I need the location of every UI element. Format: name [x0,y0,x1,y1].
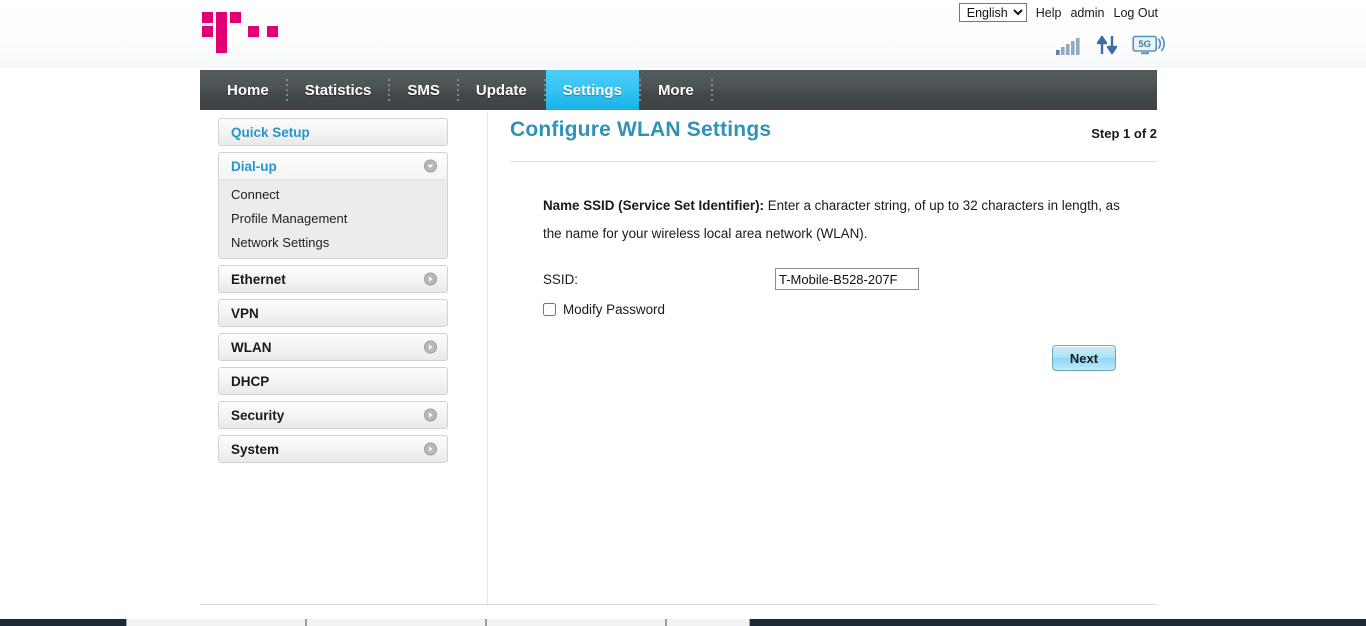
sidebar-item-label: WLAN [231,339,272,355]
5g-network-icon: 5G [1132,34,1166,56]
settings-sidebar: Quick Setup Dial-up Connect Profile Managem… [218,118,448,469]
sidebar-block-dhcp: DHCP [218,367,448,395]
sidebar-block-system: System [218,435,448,463]
sidebar-item-ethernet[interactable]: Ethernet [218,265,448,293]
sidebar-block-ethernet: Ethernet [218,265,448,293]
main-navigation: Home Statistics SMS Update Settings More [200,70,1157,110]
taskbar-window-button[interactable] [306,619,486,626]
help-link[interactable]: Help [1036,6,1062,20]
footer-divider [200,604,1157,605]
nav-separator [456,79,459,101]
next-button[interactable]: Next [1052,345,1116,371]
modify-password-row: Modify Password [543,302,1157,317]
t-mobile-logo [200,10,310,56]
chevron-down-icon[interactable] [424,159,437,173]
taskbar-window-button[interactable] [126,619,306,626]
page-header: English Help admin Log Out 5G [0,0,1366,68]
ssid-description: Name SSID (Service Set Identifier): Ente… [543,192,1123,248]
sidebar-subitem-profile-management[interactable]: Profile Management [219,206,447,230]
chevron-right-icon[interactable] [424,442,437,456]
nav-item-statistics[interactable]: Statistics [288,70,389,110]
chevron-right-icon[interactable] [424,340,437,354]
chevron-right-icon[interactable] [424,272,437,286]
nav-item-settings[interactable]: Settings [545,70,639,110]
sidebar-block-quick-setup: Quick Setup [218,118,448,146]
panel-actions: Next [510,345,1116,371]
taskbar-window-button[interactable] [486,619,666,626]
sidebar-item-label: VPN [231,305,259,321]
sidebar-item-system[interactable]: System [218,435,448,463]
sidebar-submenu: Connect Profile Management Network Setting… [218,180,448,259]
sidebar-item-label: Dial-up [231,158,277,174]
sidebar-block-dial-up: Dial-up Connect Profile Management Network … [218,152,448,259]
sidebar-item-wlan[interactable]: WLAN [218,333,448,361]
nav-item-more[interactable]: More [641,70,711,110]
sidebar-item-security[interactable]: Security [218,401,448,429]
sidebar-item-label: Quick Setup [231,124,310,140]
nav-separator [638,79,641,101]
sidebar-block-vpn: VPN [218,299,448,327]
nav-item-home[interactable]: Home [210,70,286,110]
sidebar-item-quick-setup[interactable]: Quick Setup [218,118,448,146]
taskbar-window-button[interactable] [666,619,750,626]
nav-item-update[interactable]: Update [459,70,544,110]
sidebar-item-dial-up[interactable]: Dial-up [218,152,448,180]
ssid-input[interactable] [775,268,919,290]
language-select[interactable]: English [958,3,1027,22]
sidebar-subitem-connect[interactable]: Connect [219,182,447,206]
nav-separator [388,79,391,101]
sidebar-item-label: System [231,441,280,457]
modify-password-label[interactable]: Modify Password [563,302,665,317]
sidebar-item-label: Ethernet [231,271,286,287]
router-admin-page: English Help admin Log Out 5G Home Stati… [0,0,1366,626]
sidebar-block-wlan: WLAN [218,333,448,361]
sidebar-item-label: Security [231,407,285,423]
status-icon-group: 5G [1056,30,1166,56]
main-panel: Configure WLAN Settings Step 1 of 2 Name… [510,118,1157,371]
data-transfer-icon [1096,34,1118,56]
nav-item-sms[interactable]: SMS [390,70,457,110]
sidebar-item-label: DHCP [231,373,270,389]
ssid-field-row: SSID: [543,268,1157,290]
page-title: Configure WLAN Settings [510,118,772,141]
sidebar-item-dhcp[interactable]: DHCP [218,367,448,395]
nav-separator [285,79,288,101]
ssid-label: SSID: [543,271,578,287]
nav-separator [543,79,546,101]
svg-text:5G: 5G [1138,39,1151,50]
sidebar-block-security: Security [218,401,448,429]
panel-header: Configure WLAN Settings Step 1 of 2 [510,118,1157,162]
logout-link[interactable]: Log Out [1114,6,1158,20]
account-link[interactable]: admin [1070,6,1104,20]
sidebar-item-vpn[interactable]: VPN [218,299,448,327]
header-utility-nav: English Help admin Log Out [958,3,1158,22]
step-indicator: Step 1 of 2 [1091,126,1157,141]
chevron-right-icon[interactable] [424,408,437,422]
ssid-description-heading: Name SSID (Service Set Identifier): [543,198,765,213]
sidebar-subitem-network-settings[interactable]: Network Settings [219,230,447,254]
page-content: Quick Setup Dial-up Connect Profile Managem… [200,110,1157,602]
nav-separator [710,79,713,101]
modify-password-checkbox[interactable] [543,303,556,316]
signal-strength-icon [1056,36,1082,56]
